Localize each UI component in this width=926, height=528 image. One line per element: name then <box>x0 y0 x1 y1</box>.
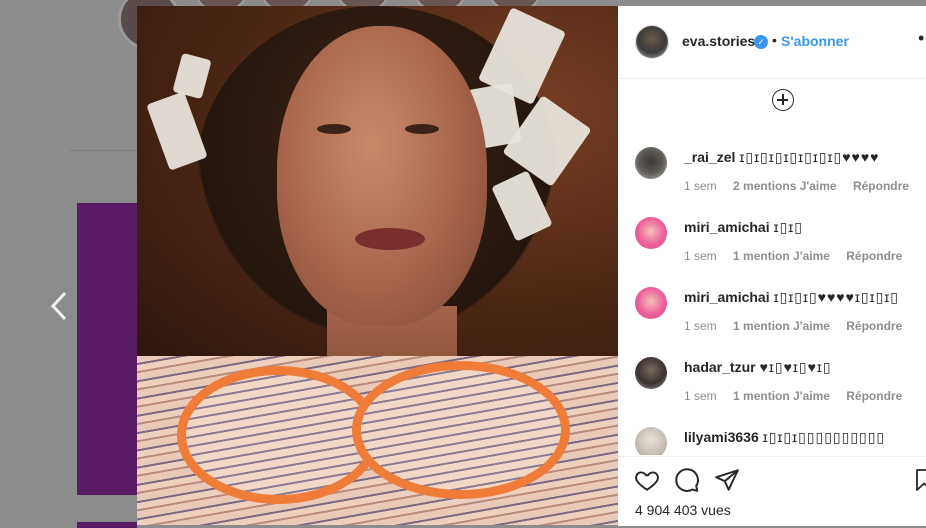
load-more-comments-button[interactable] <box>772 89 794 111</box>
follow-button[interactable]: S'abonner <box>781 33 849 49</box>
comment-text: ♥ɪ▯♥ɪ▯♥ɪ▯ <box>759 359 832 375</box>
post-video[interactable] <box>137 6 618 525</box>
avatar[interactable] <box>635 427 667 455</box>
comment-likes[interactable]: 1 mention J'aime <box>733 319 830 333</box>
comment-text: ɪ▯ɪ▯ɪ▯▯▯▯▯▯▯▯▯▯ <box>762 429 886 445</box>
avatar[interactable] <box>635 287 667 319</box>
comment-time[interactable]: 1 sem <box>684 389 717 403</box>
comment-text: ɪ▯ɪ▯ <box>773 219 803 235</box>
comment-item: miri_amichai ɪ▯ɪ▯ 1 sem 1 mention J'aime … <box>618 217 926 287</box>
avatar[interactable] <box>635 217 667 249</box>
comment-username[interactable]: hadar_tzur <box>684 359 756 375</box>
share-icon <box>715 469 739 491</box>
face <box>277 26 487 326</box>
post-actions-bar: 4 904 403 vues <box>618 456 926 526</box>
comment-item: hadar_tzur ♥ɪ▯♥ɪ▯♥ɪ▯ 1 sem 1 mention J'ai… <box>618 357 926 427</box>
more-options-icon[interactable]: • <box>918 28 924 49</box>
reply-button[interactable]: Répondre <box>853 179 909 193</box>
like-button[interactable] <box>634 467 662 495</box>
comment-time[interactable]: 1 sem <box>684 249 717 263</box>
reply-button[interactable]: Répondre <box>846 249 902 263</box>
share-button[interactable] <box>714 467 742 495</box>
comment-username[interactable]: miri_amichai <box>684 219 770 235</box>
comment-likes[interactable]: 1 mention J'aime <box>733 249 830 263</box>
background-post-thumbnail <box>77 203 137 495</box>
comment-username[interactable]: miri_amichai <box>684 289 770 305</box>
avatar[interactable] <box>635 25 669 59</box>
background-post-thumbnail <box>77 522 137 528</box>
verified-badge-icon: ✓ <box>754 35 768 49</box>
comment-button[interactable] <box>674 467 702 495</box>
heart-icon <box>635 471 659 491</box>
comment-item: _rai_zel ɪ▯ɪ▯ɪ▯ɪ▯ɪ▯ɪ▯ɪ▯♥♥♥♥ 1 sem 2 menti… <box>618 147 926 217</box>
comment-time[interactable]: 1 sem <box>684 319 717 333</box>
separator-dot: • <box>772 32 777 48</box>
comment-item: lilyami3636 ɪ▯ɪ▯ɪ▯▯▯▯▯▯▯▯▯▯ <box>618 427 926 455</box>
comment-time[interactable]: 1 sem <box>684 179 717 193</box>
post-header: eva.stories ✓ • S'abonner • <box>618 6 926 79</box>
post-side-panel: eva.stories ✓ • S'abonner • _rai_zel ɪ▯ɪ▯… <box>618 6 926 526</box>
comment-text: ɪ▯ɪ▯ɪ▯ɪ▯ɪ▯ɪ▯ɪ▯♥♥♥♥ <box>739 149 880 165</box>
comment-likes[interactable]: 2 mentions J'aime <box>733 179 837 193</box>
comment-item: miri_amichai ɪ▯ɪ▯ɪ▯♥♥♥♥ɪ▯ɪ▯ɪ▯ 1 sem 1 men… <box>618 287 926 357</box>
background-divider <box>70 150 140 151</box>
comment-username[interactable]: _rai_zel <box>684 149 735 165</box>
reply-button[interactable]: Répondre <box>846 319 902 333</box>
previous-post-button[interactable] <box>44 288 74 324</box>
post-username[interactable]: eva.stories <box>682 33 755 49</box>
comment-icon <box>675 468 699 492</box>
avatar[interactable] <box>635 147 667 179</box>
avatar[interactable] <box>635 357 667 389</box>
view-count: 4 904 403 vues <box>635 502 731 518</box>
bookmark-icon <box>916 469 926 491</box>
chevron-left-icon <box>50 291 67 321</box>
reply-button[interactable]: Répondre <box>846 389 902 403</box>
comment-username[interactable]: lilyami3636 <box>684 429 759 445</box>
save-button[interactable] <box>912 467 926 495</box>
comment-likes[interactable]: 1 mention J'aime <box>733 389 830 403</box>
comment-text: ɪ▯ɪ▯ɪ▯♥♥♥♥ɪ▯ɪ▯ɪ▯ <box>773 289 899 305</box>
